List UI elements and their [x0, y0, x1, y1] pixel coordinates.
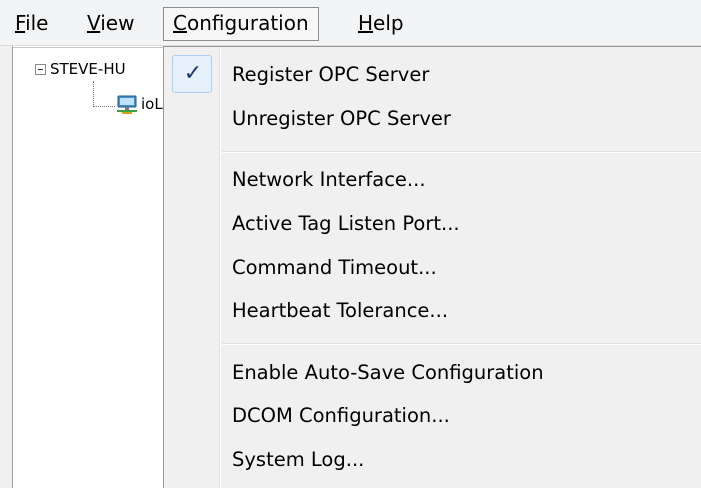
menu-help-label: elp	[373, 11, 404, 35]
tree-view[interactable]: STEVE-HU ioL	[13, 47, 163, 488]
tree-connector-horizontal	[93, 106, 115, 107]
menu-configuration-label: onfiguration	[186, 11, 309, 35]
menu-help-accel: H	[358, 11, 374, 35]
menu-item-unregister-opc-server[interactable]: Unregister OPC Server	[232, 100, 451, 138]
menu-view-label: iew	[100, 11, 135, 35]
menu-bar: File View Configuration Help	[0, 0, 701, 46]
configuration-dropdown-menu: ✓ Register OPC Server Unregister OPC Ser…	[163, 46, 701, 488]
tree-connector-vertical	[93, 81, 94, 107]
menu-item-network-interface[interactable]: Network Interface...	[232, 161, 426, 199]
register-checked-indicator: ✓	[172, 55, 212, 93]
menu-item-command-timeout[interactable]: Command Timeout...	[232, 249, 437, 287]
menu-view[interactable]: View	[81, 8, 140, 40]
menu-file-accel: F	[15, 11, 26, 35]
menu-item-active-tag-listen-port[interactable]: Active Tag Listen Port...	[232, 205, 460, 243]
menu-separator	[222, 151, 701, 153]
tree-node-root[interactable]: STEVE-HU	[35, 58, 126, 80]
menu-configuration-accel: C	[173, 11, 187, 35]
tree-node-root-label: STEVE-HU	[50, 60, 126, 78]
menu-file-label: ile	[25, 11, 49, 35]
tree-node-child[interactable]: ioL	[115, 93, 163, 115]
menu-configuration[interactable]: Configuration	[163, 7, 319, 41]
menu-help[interactable]: Help	[352, 8, 410, 40]
menu-item-register-opc-server[interactable]: Register OPC Server	[232, 56, 429, 94]
menu-separator	[222, 343, 701, 345]
gutter-divider-highlight	[220, 47, 221, 488]
menu-item-system-log[interactable]: System Log...	[232, 441, 364, 479]
menu-icon-gutter	[164, 47, 219, 488]
tree-node-child-label: ioL	[141, 95, 163, 113]
network-computer-icon	[117, 95, 137, 114]
menu-view-accel: V	[87, 11, 101, 35]
checkmark-icon: ✓	[183, 61, 203, 86]
menu-item-heartbeat-tolerance[interactable]: Heartbeat Tolerance...	[232, 292, 448, 330]
menu-item-enable-auto-save-configuration[interactable]: Enable Auto-Save Configuration	[232, 354, 544, 392]
app-window: File View Configuration Help STEVE-HU io…	[0, 0, 701, 488]
menu-item-dcom-configuration[interactable]: DCOM Configuration...	[232, 397, 450, 435]
menu-file[interactable]: File	[9, 8, 54, 40]
collapse-icon[interactable]	[35, 64, 46, 75]
